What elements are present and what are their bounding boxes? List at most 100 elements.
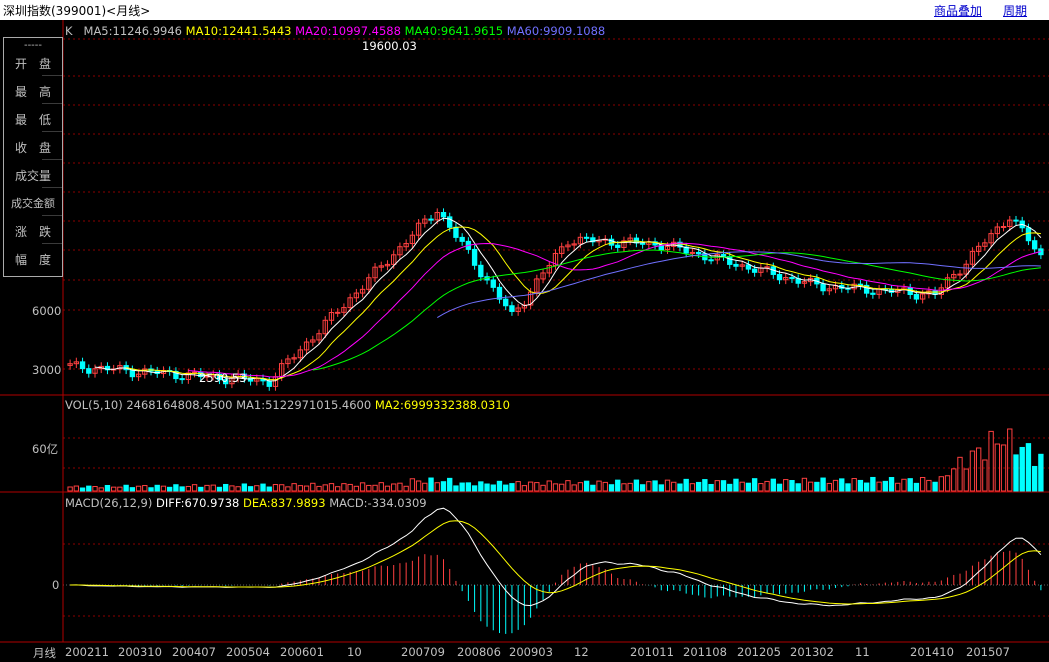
- info-close: 收 盘: [14, 141, 51, 155]
- volume-bar: [751, 478, 758, 492]
- info-pct: 幅 度: [14, 253, 51, 267]
- volume-bar: [229, 485, 235, 492]
- volume-bar: [919, 477, 926, 492]
- info-high: 最 高: [14, 85, 51, 99]
- x-tick-label: 200211: [65, 645, 109, 659]
- volume-bar: [303, 485, 310, 492]
- period-link[interactable]: 周期: [1003, 2, 1027, 19]
- volume-bar: [733, 478, 739, 492]
- volume-legend: VOL(5,10) 2468164808.4500 MA1:5122971015…: [65, 398, 510, 412]
- axes: [0, 20, 1049, 643]
- volume-bar: [571, 484, 577, 492]
- volume-bar: [129, 487, 136, 492]
- volume-bar: [241, 483, 248, 492]
- volume-bar: [490, 484, 496, 492]
- volume-bar: [515, 481, 521, 492]
- volume-bar: [602, 481, 608, 492]
- volume-bar: [254, 485, 260, 492]
- volume-bar: [185, 485, 192, 492]
- x-tick-label: 200310: [118, 645, 162, 659]
- x-tick-label: 200903: [509, 645, 553, 659]
- volume-bar: [310, 482, 316, 492]
- volume-bar: [117, 486, 123, 492]
- volume-bar: [391, 483, 397, 492]
- volume-bar: [982, 459, 988, 492]
- volume-bar: [857, 479, 864, 492]
- volume-bar: [422, 482, 428, 492]
- volume-bar: [714, 480, 720, 492]
- volume-bar: [359, 482, 366, 492]
- volume-bar: [702, 479, 708, 492]
- volume-bar: [272, 484, 279, 492]
- candle-body: [733, 263, 739, 267]
- info-amount: 成交金额: [11, 197, 55, 210]
- volume-bar: [478, 481, 484, 492]
- volume-bar: [204, 484, 210, 492]
- volume-bar: [266, 486, 272, 492]
- macd-diff: DIFF:670.9738: [156, 496, 240, 510]
- volume-bar: [397, 482, 403, 492]
- volume-bar: [260, 483, 266, 492]
- volume-bar: [590, 484, 596, 492]
- kline-chart[interactable]: [0, 20, 1049, 662]
- candle-body: [913, 294, 920, 300]
- x-tick-label: 200806: [457, 645, 501, 659]
- candle-body: [1031, 240, 1038, 250]
- volume-bar: [695, 481, 702, 492]
- volume-bar: [484, 483, 490, 492]
- volume-bar: [104, 484, 111, 492]
- macd-hist-value: MACD:-334.0309: [329, 496, 427, 510]
- ma20-legend: MA20:10997.4588: [295, 24, 401, 38]
- volume-bar: [863, 482, 870, 492]
- k-label: K: [65, 24, 73, 38]
- volume-bar: [1013, 454, 1019, 492]
- chart-title: 深圳指数(399001)<月线>: [3, 4, 151, 18]
- volume-bar: [291, 483, 297, 492]
- volume-bar: [148, 487, 154, 492]
- ma60-legend: MA60:9909.1088: [506, 24, 606, 38]
- volume-bar: [795, 483, 801, 492]
- volume-bar: [434, 482, 440, 492]
- x-tick-label: 11: [855, 645, 870, 659]
- volume-bar: [223, 483, 229, 492]
- candle-body: [490, 279, 496, 288]
- vol-value: VOL(5,10) 2468164808.4500: [65, 398, 233, 412]
- candle-body: [478, 264, 484, 278]
- volume-bar: [957, 456, 963, 492]
- volume-bar: [191, 484, 198, 492]
- volume-bar: [67, 486, 73, 492]
- x-tick-label: 201108: [683, 645, 727, 659]
- volume-bar: [764, 480, 770, 492]
- volume-bar: [1038, 453, 1044, 492]
- volume-bar: [235, 486, 241, 492]
- volume-bar: [888, 477, 895, 492]
- vol-ma2: MA2:6999332388.0310: [374, 398, 510, 412]
- volume-bar: [559, 483, 565, 492]
- volume-bar: [384, 485, 391, 492]
- volume-bar: [627, 482, 633, 492]
- volume-bar: [316, 485, 322, 492]
- overlay-link[interactable]: 商品叠加: [934, 2, 982, 19]
- candle-body: [957, 273, 963, 276]
- volume-bar: [428, 477, 434, 492]
- volume-bar: [503, 484, 509, 492]
- volume-bar: [73, 485, 80, 492]
- volume-bar: [98, 487, 104, 492]
- volume-bar: [814, 481, 820, 492]
- info-open: 开 盘: [14, 57, 51, 71]
- volume-bar: [901, 478, 907, 492]
- macd-title: MACD(26,12,9): [65, 496, 153, 510]
- candle-body: [1013, 219, 1019, 222]
- volume-bar: [851, 478, 857, 492]
- x-tick-label: 200407: [172, 645, 216, 659]
- volume-bar: [378, 482, 384, 492]
- candle-body: [335, 311, 341, 314]
- volume-bar: [1019, 446, 1025, 492]
- volume-bar: [727, 483, 733, 492]
- volume-bar: [465, 482, 472, 492]
- volume-bar: [608, 484, 615, 492]
- x-tick-label: 200601: [280, 645, 324, 659]
- volume-bar: [832, 479, 839, 492]
- volume-bar: [944, 475, 951, 492]
- volume-bar: [988, 430, 994, 492]
